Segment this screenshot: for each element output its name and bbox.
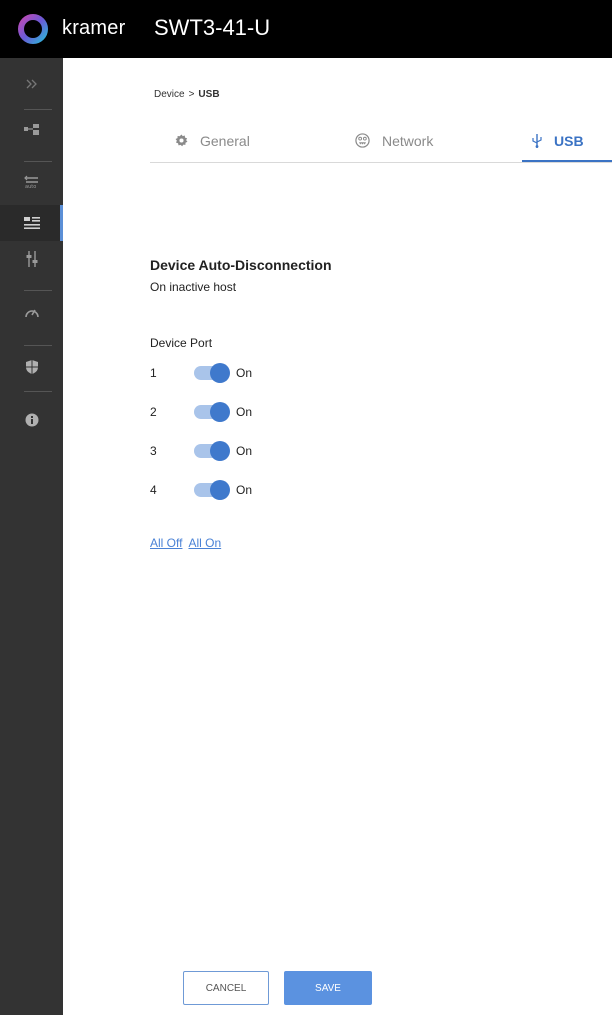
port-row: 4 On [150,478,252,502]
port-number: 3 [150,444,157,458]
bulk-toggle-links: All Off All On [150,536,227,550]
active-tab-indicator [522,160,612,162]
device-settings-icon [23,217,40,229]
toggle-knob [210,441,230,461]
all-off-link[interactable]: All Off [150,536,182,550]
sidebar-active-indicator [60,205,63,241]
diagnostics-icon [24,309,39,318]
sidebar-item-routing[interactable] [0,113,63,147]
port-state: On [236,444,253,458]
port-number: 4 [150,483,157,497]
cancel-button[interactable]: CANCEL [183,971,269,1005]
network-icon [355,133,370,148]
port-state: On [236,366,253,380]
section-title: Device Auto-Disconnection [150,257,332,273]
port-number: 1 [150,366,157,380]
audio-icon [26,251,37,267]
sidebar-divider [24,391,52,392]
sidebar-item-audio[interactable] [0,242,63,276]
security-icon [25,360,38,374]
port-state: On [236,483,253,497]
port-2-toggle[interactable] [194,402,230,422]
section-subtitle: On inactive host [150,280,237,294]
tab-bar: General Network USB [150,120,612,163]
sidebar-divider [24,161,52,162]
toggle-knob [210,363,230,383]
save-button[interactable]: SAVE [284,971,372,1005]
gear-icon [175,134,188,147]
port-row: 3 On [150,439,252,463]
expand-icon [26,79,37,89]
sidebar-item-device-settings[interactable] [0,205,63,241]
brand-name: kramer [62,17,126,39]
top-bar: kramer SWT3-41-U [0,0,612,58]
port-1-toggle[interactable] [194,363,230,383]
breadcrumb-current: USB [198,89,220,100]
tab-general-label: General [200,132,250,149]
tab-network[interactable]: Network [355,120,433,161]
breadcrumb: Device > USB [154,89,220,100]
port-4-toggle[interactable] [194,480,230,500]
sidebar-expand[interactable] [0,67,63,101]
auto-switch-icon: auto [23,175,38,189]
port-row: 1 On [150,361,252,385]
sidebar-item-info[interactable] [0,403,63,437]
sidebar-item-diagnostics[interactable] [0,295,63,329]
port-number: 2 [150,405,157,419]
breadcrumb-root[interactable]: Device [154,89,185,100]
sidebar-divider [24,290,52,291]
tab-usb-label: USB [554,132,584,149]
sidebar: auto [0,58,63,1015]
port-row: 2 On [150,400,252,424]
tab-network-label: Network [382,132,434,149]
routing-icon [23,124,39,135]
port-3-toggle[interactable] [194,441,230,461]
usb-icon [532,133,542,148]
svg-text:auto: auto [25,184,36,189]
info-icon [25,413,38,427]
sidebar-divider [24,109,52,110]
tab-general[interactable]: General [175,120,250,161]
device-port-heading: Device Port [150,336,213,350]
sidebar-divider [24,345,52,346]
sidebar-item-security[interactable] [0,350,63,384]
tab-usb[interactable]: USB [532,120,584,161]
all-on-link[interactable]: All On [188,536,221,550]
toggle-knob [210,480,230,500]
breadcrumb-separator: > [188,89,195,100]
port-state: On [236,405,253,419]
kramer-logo-icon [18,14,48,44]
device-name: SWT3-41-U [154,15,271,40]
toggle-knob [210,402,230,422]
sidebar-item-auto-switch[interactable]: auto [0,165,63,199]
